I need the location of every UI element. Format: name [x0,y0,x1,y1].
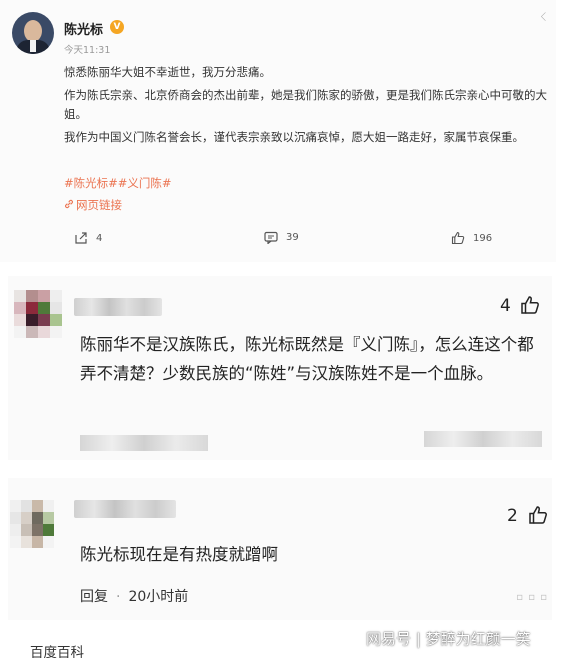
comment-item: 2 陈光标现在是有热度就蹭啊 回复 · 20小时前 ▫ ▫ ▫ [8,478,552,620]
separator-dot: · [116,589,121,605]
avatar[interactable] [12,12,54,54]
web-link-label: 网页链接 [76,198,122,212]
verified-badge-icon: V [110,20,124,34]
source-label: 百度百科 [30,645,84,658]
web-link[interactable]: 网页链接 [64,197,122,213]
weibo-post-card: 陈光标 V 今天11:31 ⌵ 惊悉陈丽华大姐不幸逝世，我万分悲痛。 作为陈氏宗… [0,0,556,262]
comment-text: 陈光标现在是有热度就蹭啊 [80,545,278,564]
comment-like-count: 4 [500,296,511,316]
like-count: 196 [473,232,493,244]
more-options-icon[interactable]: ⌵ [537,12,552,21]
watermark: 网易号 | 梦醉为红颜一笑 [366,630,531,648]
thumbs-up-icon [451,231,465,245]
comment-button[interactable]: 39 [264,231,299,244]
comment-meta-row: 回复 · 20小时前 [80,586,188,606]
thumbs-up-icon[interactable] [520,295,540,319]
blurred-username [74,500,176,518]
share-icon [75,232,87,244]
blurred-reply-row [80,435,208,451]
share-button[interactable]: 4 [74,231,102,245]
post-hashtags[interactable]: #陈光标##义门陈# [64,175,172,191]
blurred-meta [424,431,542,447]
post-action-bar: 4 39 196 [0,226,556,252]
comment-count: 39 [286,232,299,243]
share-count: 4 [96,232,103,244]
reply-button[interactable]: 回复 [80,589,108,605]
post-timestamp: 今天11:31 [64,45,111,56]
post-paragraph: 我作为中国义门陈名誉会长，谨代表宗亲致以沉痛哀悼，愿大姐一路走好，家属节哀保重。 [64,130,524,144]
link-icon [64,198,74,212]
like-button[interactable]: 196 [451,231,492,245]
comment-time: 20小时前 [128,589,189,605]
post-username[interactable]: 陈光标 [64,19,103,38]
blurred-username [74,298,162,316]
comment-item: 4 陈丽华不是汉族陈氏，陈光标既然是『义门陈』，怎么连这个都弄不清楚？少数民族的… [8,276,552,460]
post-body: 惊悉陈丽华大姐不幸逝世，我万分悲痛。 作为陈氏宗亲、北京侨商会的杰出前辈，她是我… [64,63,548,151]
avatar[interactable] [14,290,62,338]
comment-text: 陈丽华不是汉族陈氏，陈光标既然是『义门陈』，怎么连这个都弄不清楚？少数民族的“陈… [80,335,534,383]
thumbs-up-icon[interactable] [528,505,548,529]
more-options-icon[interactable]: ▫ ▫ ▫ [516,592,548,603]
comment-like-count: 2 [507,506,518,526]
comment-icon [264,231,278,244]
post-paragraph: 惊悉陈丽华大姐不幸逝世，我万分悲痛。 [64,65,271,79]
avatar[interactable] [10,500,54,548]
post-paragraph: 作为陈氏宗亲、北京侨商会的杰出前辈，她是我们陈家的骄傲，更是我们陈氏宗亲心中可敬… [64,88,547,121]
